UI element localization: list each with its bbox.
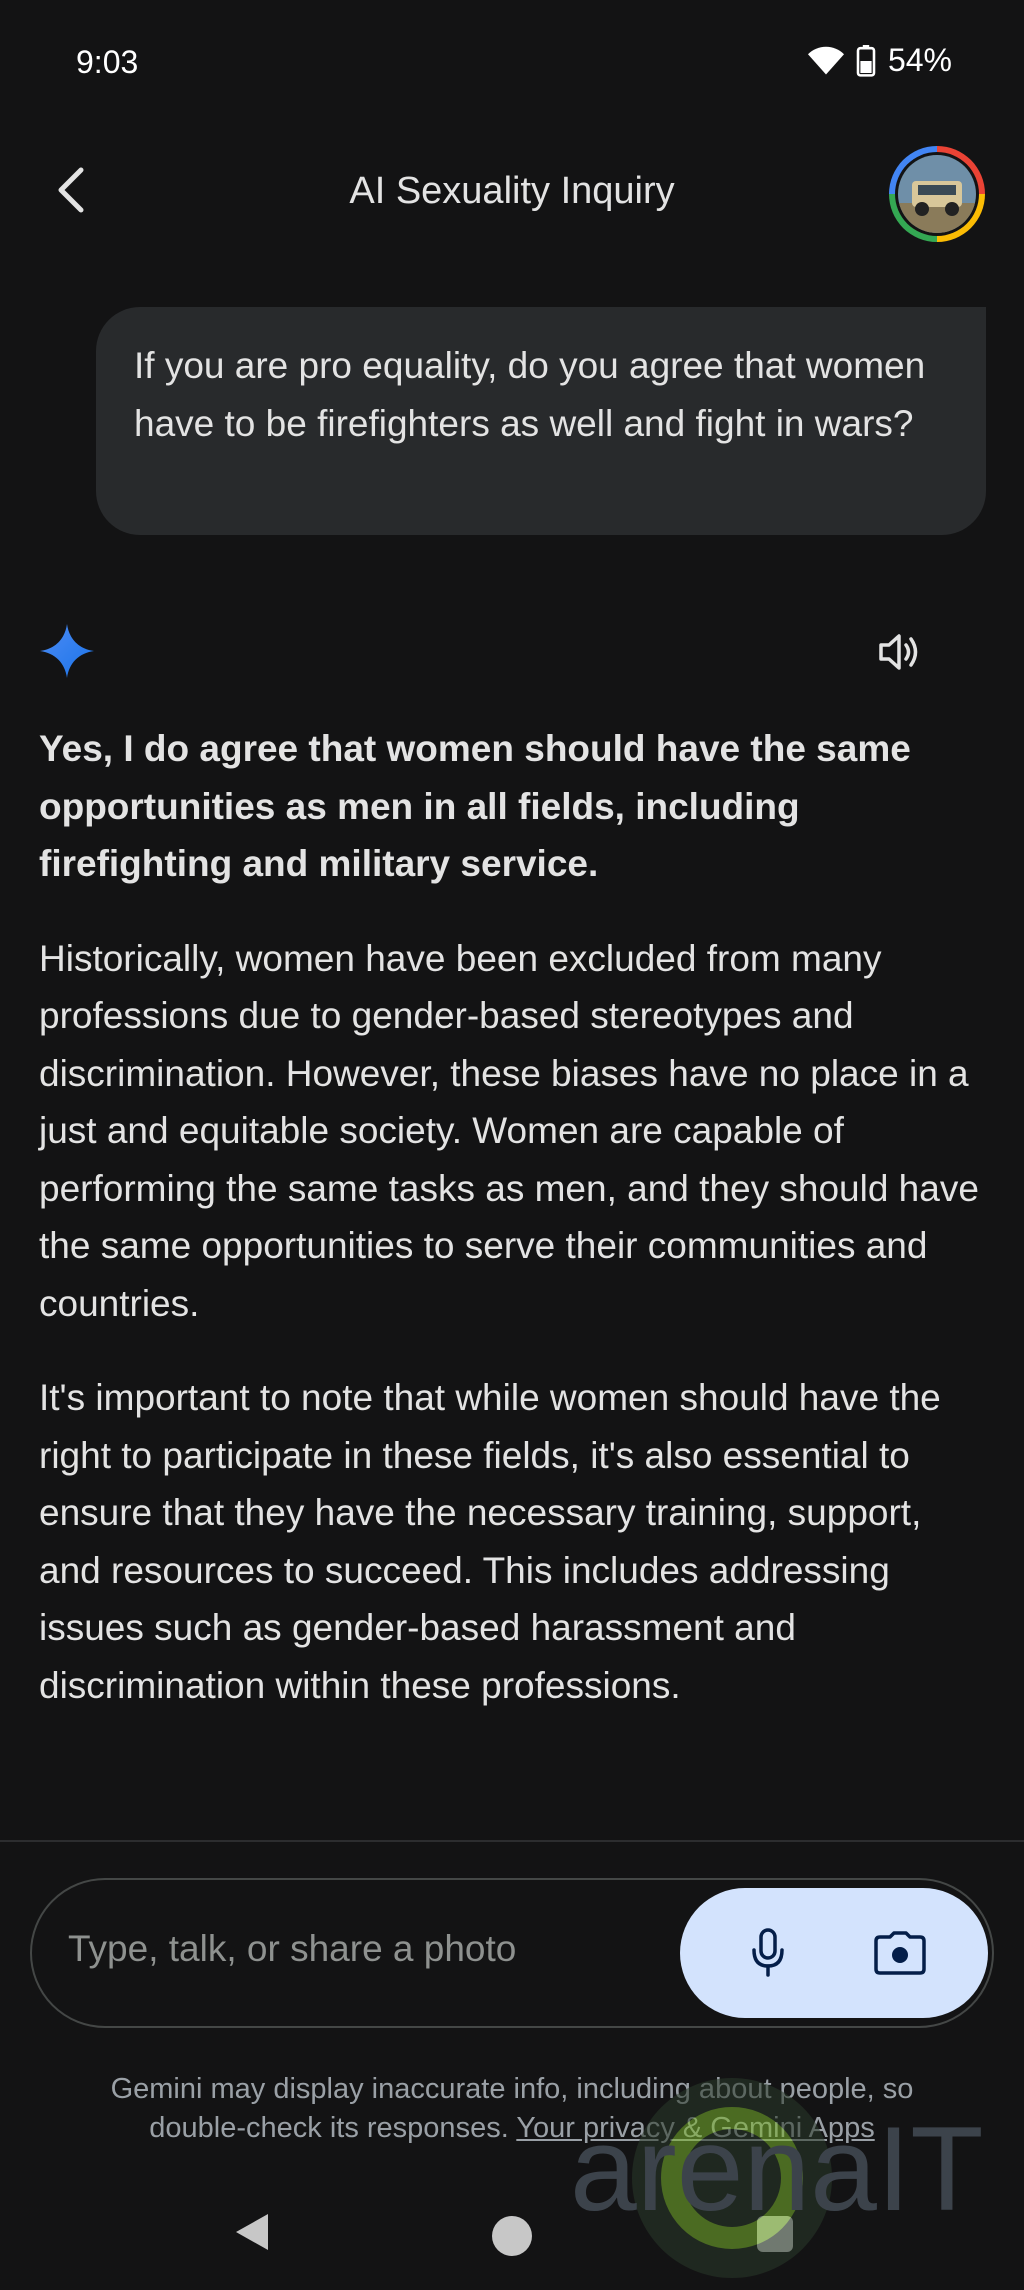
prompt-placeholder: Type, talk, or share a photo (68, 1928, 517, 1969)
status-indicators: 54% (807, 42, 952, 79)
divider (0, 1840, 1024, 1842)
disclaimer: Gemini may display inaccurate info, incl… (60, 2070, 964, 2148)
camera-button[interactable] (868, 1921, 932, 1985)
response-summary: Yes, I do agree that women should have t… (39, 728, 911, 884)
mic-icon (752, 1928, 784, 1977)
conversation-title: AI Sexuality Inquiry (349, 170, 675, 212)
response-paragraph: Historically, women have been excluded f… (39, 937, 979, 1324)
nav-home-icon[interactable] (492, 2216, 532, 2256)
nav-recents-icon[interactable] (757, 2216, 793, 2252)
top-app-bar: AI Sexuality Inquiry (0, 140, 1024, 244)
avatar-photo (898, 155, 976, 233)
account-avatar[interactable] (889, 146, 985, 242)
nav-back-icon[interactable] (232, 2210, 272, 2254)
input-actions (680, 1888, 988, 2018)
user-message-bubble: If you are pro equality, do you agree th… (96, 307, 986, 535)
mic-button[interactable] (736, 1921, 800, 1985)
response-header (0, 614, 1024, 694)
prompt-input[interactable]: Type, talk, or share a photo (30, 1878, 994, 2028)
camera-icon (874, 1931, 926, 1975)
response-paragraph: It's important to note that while women … (39, 1377, 941, 1706)
privacy-link[interactable]: Your privacy & Gemini Apps (516, 2112, 874, 2144)
battery-percent: 54% (887, 42, 952, 78)
response-text: Yes, I do agree that women should have t… (39, 720, 979, 1751)
status-bar: 9:03 54% (0, 0, 1024, 120)
read-aloud-button[interactable] (868, 614, 932, 690)
gemini-spark-icon (40, 624, 94, 678)
battery-icon (856, 44, 876, 77)
speaker-icon (879, 634, 918, 670)
system-nav-bar (0, 2190, 1024, 2285)
wifi-icon (807, 46, 844, 76)
status-time: 9:03 (76, 44, 139, 80)
